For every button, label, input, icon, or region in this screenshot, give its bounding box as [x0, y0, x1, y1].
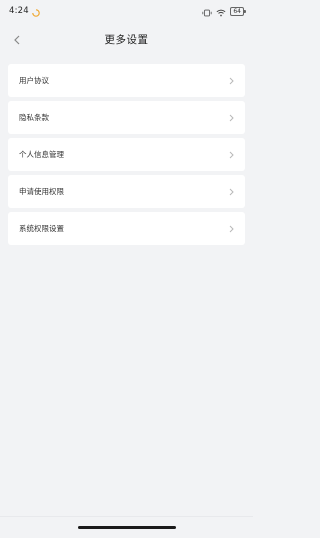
- wifi-icon: [216, 2, 226, 21]
- status-right: 64: [202, 2, 246, 21]
- status-bar: 4:24 64: [0, 0, 253, 22]
- menu-item-request-permissions[interactable]: 申请使用权限: [8, 175, 245, 208]
- menu-item-personal-info[interactable]: 个人信息管理: [8, 138, 245, 171]
- menu-item-user-agreement[interactable]: 用户协议: [8, 64, 245, 97]
- menu-item-label: 隐私条款: [19, 113, 49, 122]
- status-left: 4:24: [9, 2, 40, 21]
- menu-item-label: 系统权限设置: [19, 224, 64, 233]
- menu-item-label: 用户协议: [19, 76, 49, 85]
- chevron-right-icon: [229, 151, 234, 158]
- chevron-right-icon: [229, 188, 234, 195]
- chevron-right-icon: [229, 225, 234, 232]
- battery-icon: 64: [230, 6, 246, 16]
- menu-item-label: 申请使用权限: [19, 187, 64, 196]
- home-indicator[interactable]: [78, 526, 176, 529]
- chevron-right-icon: [229, 114, 234, 121]
- chevron-right-icon: [229, 77, 234, 84]
- page-title: 更多设置: [104, 33, 149, 46]
- settings-menu: 用户协议 隐私条款 个人信息管理 申请使用权限 系统权限设置: [8, 64, 245, 245]
- status-time: 4:24: [9, 6, 29, 16]
- loading-icon: [32, 2, 40, 21]
- nav-bar: 更多设置: [0, 22, 253, 56]
- divider: [0, 516, 253, 517]
- menu-item-label: 个人信息管理: [19, 150, 64, 159]
- menu-item-system-permissions[interactable]: 系统权限设置: [8, 212, 245, 245]
- chevron-left-icon: [13, 30, 21, 49]
- back-button[interactable]: [8, 30, 26, 48]
- vibrate-icon: [202, 2, 212, 21]
- menu-item-privacy-terms[interactable]: 隐私条款: [8, 101, 245, 134]
